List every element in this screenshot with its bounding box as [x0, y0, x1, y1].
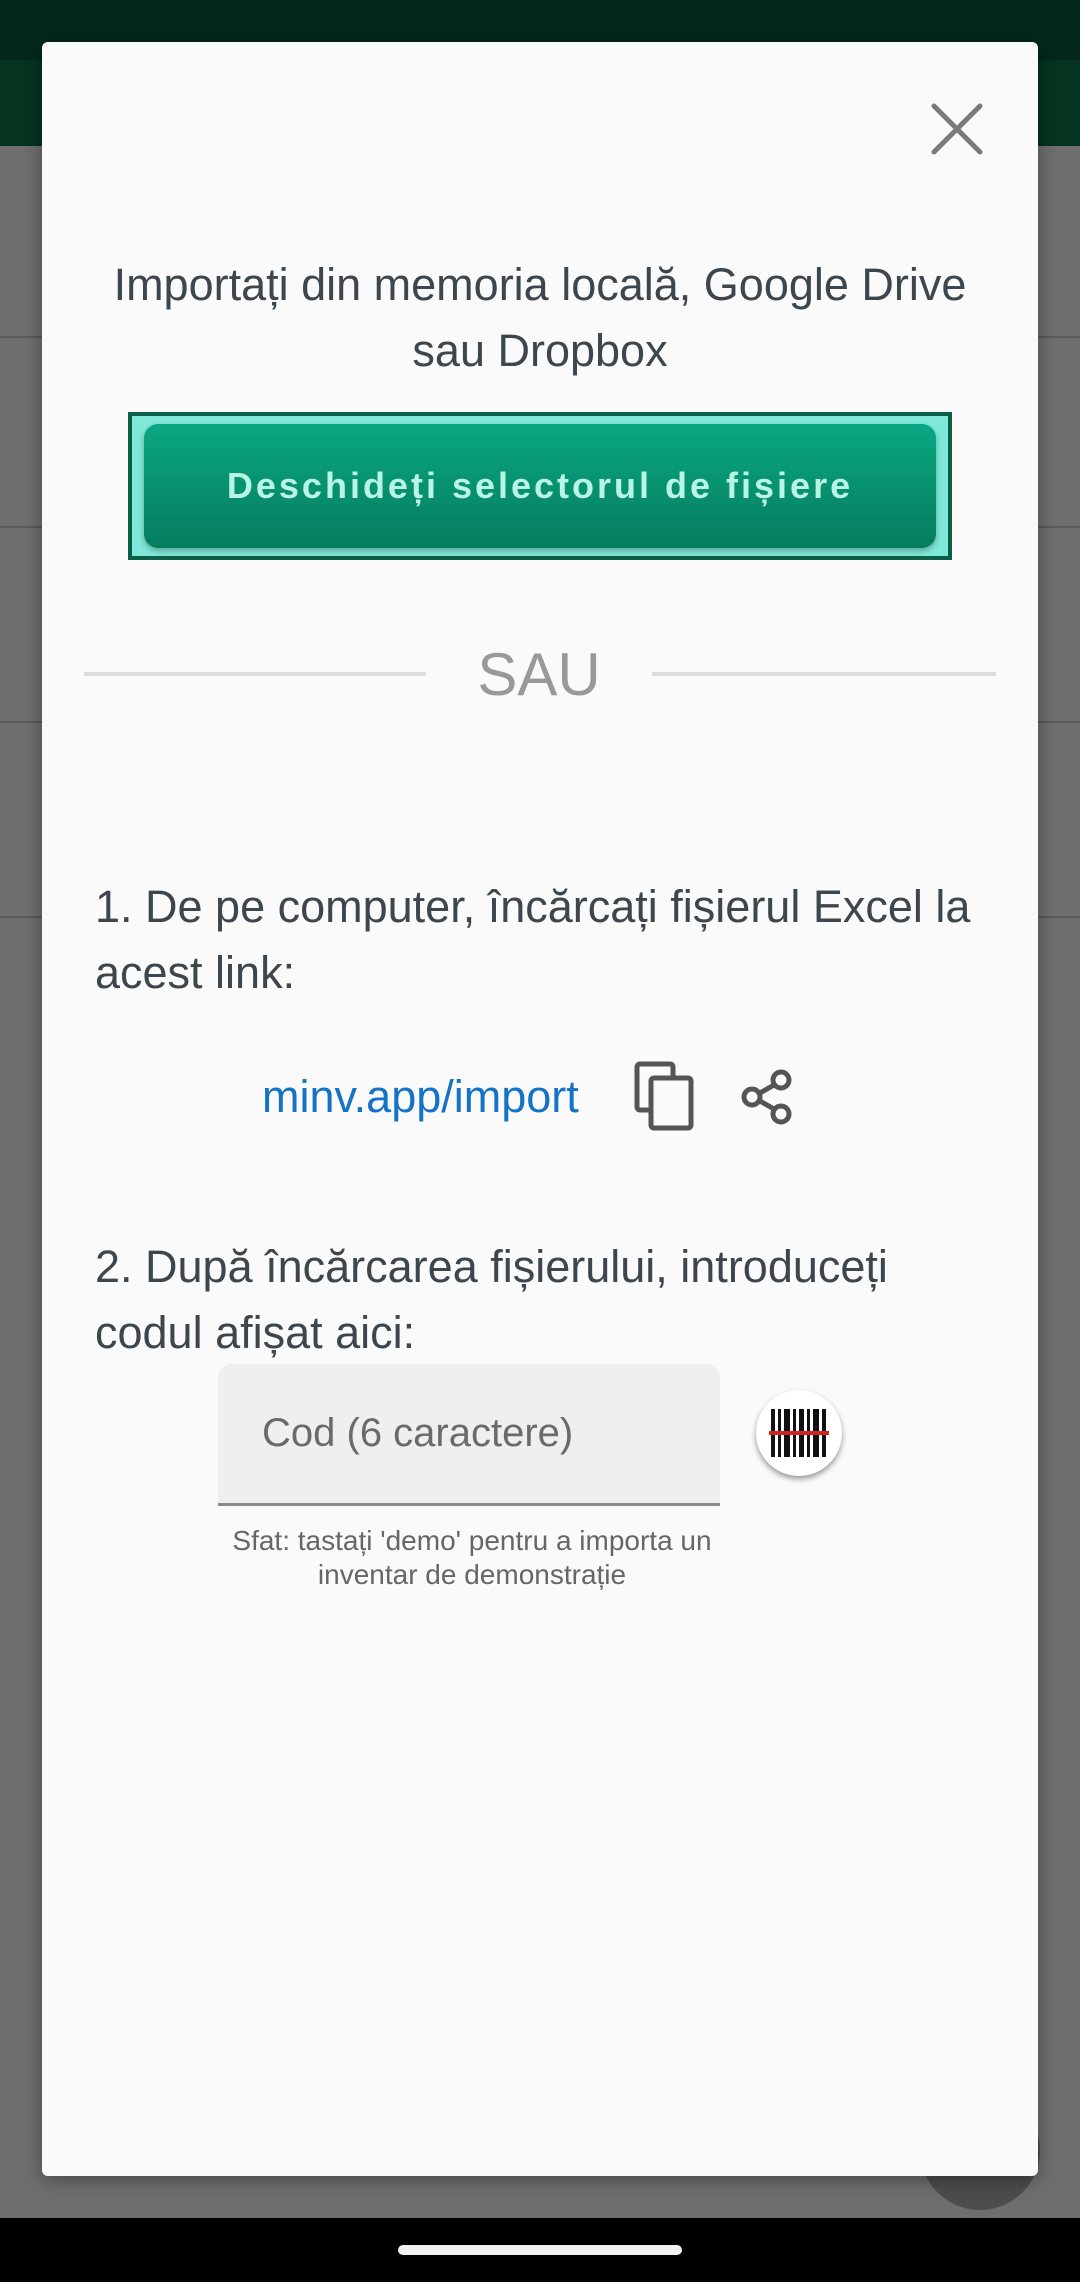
share-icon — [741, 1069, 792, 1125]
close-icon — [931, 103, 983, 155]
barcode-scan-icon — [769, 1409, 829, 1457]
divider-left — [84, 672, 426, 676]
scan-barcode-button[interactable] — [756, 1390, 842, 1476]
open-file-picker-button[interactable]: Deschideți selectorul de fișiere — [128, 412, 952, 560]
close-button[interactable] — [922, 94, 992, 164]
step-two-instructions: 2. După încărcarea fișierului, introduce… — [95, 1241, 888, 1358]
divider-right — [652, 672, 996, 676]
demo-hint: Sfat: tastați 'demo' pentru a importa un… — [232, 1525, 712, 1590]
or-separator: SAU — [477, 641, 601, 708]
share-link-button[interactable] — [737, 1067, 797, 1127]
import-link[interactable]: minv.app/import — [262, 1064, 579, 1130]
copy-icon — [634, 1061, 694, 1131]
dialog-headline: Importați din memoria locală, Google Dri… — [113, 259, 967, 376]
code-input[interactable] — [260, 1364, 704, 1502]
step-one-instructions: 1. De pe computer, încărcați fișierul Ex… — [95, 881, 971, 998]
import-dialog: Importați din memoria locală, Google Dri… — [42, 42, 1038, 2176]
open-file-picker-label: Deschideți selectorul de fișiere — [144, 424, 936, 548]
copy-link-button[interactable] — [633, 1060, 699, 1132]
home-indicator[interactable] — [398, 2245, 682, 2255]
code-field[interactable] — [218, 1364, 720, 1506]
